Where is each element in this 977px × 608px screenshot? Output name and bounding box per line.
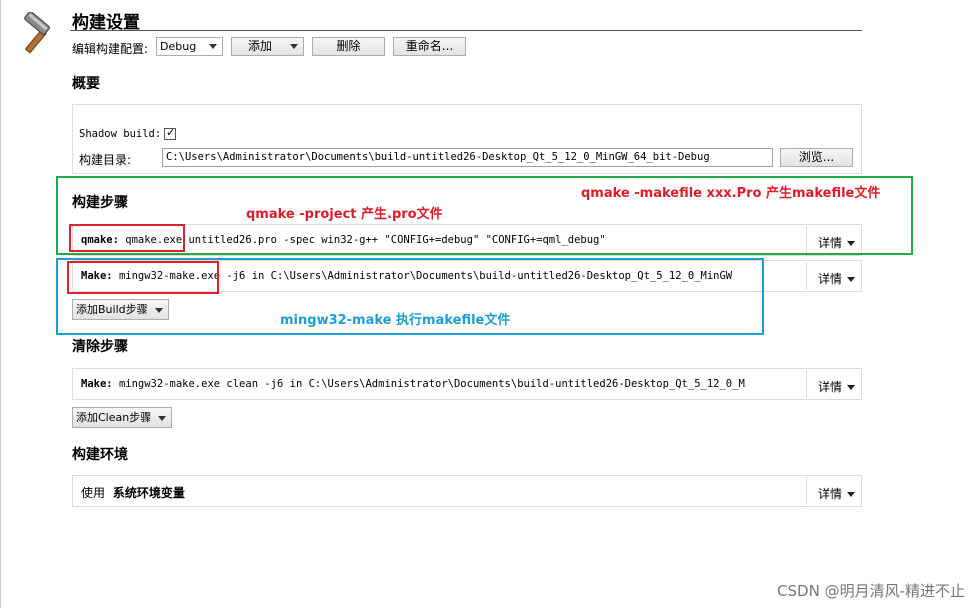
checkmark-icon: ✓ xyxy=(166,126,176,139)
delete-config-button[interactable]: 删除 xyxy=(312,37,385,56)
build-env-use-label: 使用 xyxy=(81,486,106,500)
make-details-button[interactable]: 详情 xyxy=(818,270,855,287)
build-env-name: 系统环境变量 xyxy=(112,486,185,500)
build-dir-input[interactable]: C:\Users\Administrator\Documents\build-u… xyxy=(162,148,773,167)
row-separator xyxy=(806,370,807,398)
env-details-button[interactable]: 详情 xyxy=(818,485,855,502)
shadow-build-checkbox[interactable]: ✓ xyxy=(164,126,176,140)
window-left-border xyxy=(0,0,1,608)
mingw-make-annotation: mingw32-make 执行makefile文件 xyxy=(280,313,511,328)
details-label: 详情 xyxy=(817,487,842,501)
details-label: 详情 xyxy=(817,272,842,286)
clean-make-step-summary: Make: mingw32-make.exe clean -j6 in C:\U… xyxy=(81,378,746,390)
title-divider xyxy=(70,30,862,31)
clean-make-step-row[interactable]: Make: mingw32-make.exe clean -j6 in C:\U… xyxy=(72,368,862,400)
make-highlight xyxy=(67,261,219,294)
build-config-select[interactable]: Debug xyxy=(156,37,223,56)
chevron-down-icon xyxy=(209,44,217,49)
build-dir-label: 构建目录: xyxy=(79,153,132,167)
add-clean-step-label: 添加Clean步骤 xyxy=(76,411,152,424)
build-env-summary: 使用 系统环境变量 xyxy=(81,484,185,501)
rename-config-button[interactable]: 重命名... xyxy=(393,37,466,56)
clean-details-button[interactable]: 详情 xyxy=(818,378,855,395)
row-separator xyxy=(806,262,807,290)
add-clean-step-button[interactable]: 添加Clean步骤 xyxy=(72,407,173,428)
build-env-heading: 构建环境 xyxy=(72,447,128,463)
clean-make-step-text: mingw32-make.exe clean -j6 in C:\Users\A… xyxy=(118,378,746,390)
add-config-label: 添加 xyxy=(248,39,273,53)
shadow-build-label: Shadow build: xyxy=(79,128,162,140)
chevron-down-icon xyxy=(847,385,855,390)
row-separator xyxy=(806,477,807,505)
hammer-icon xyxy=(16,11,58,54)
qmake-makefile-annotation: qmake -makefile xxx.Pro 产生makefile文件 xyxy=(581,186,881,201)
build-config-value: Debug xyxy=(160,40,197,53)
clean-steps-heading: 清除步骤 xyxy=(72,339,128,355)
chevron-down-icon xyxy=(158,416,167,421)
edit-config-label: 编辑构建配置: xyxy=(72,42,149,56)
qmake-highlight xyxy=(69,224,185,252)
build-env-row[interactable]: 使用 系统环境变量 详情 xyxy=(72,475,862,507)
qmake-project-annotation: qmake -project 产生.pro文件 xyxy=(246,207,443,222)
browse-button[interactable]: 浏览... xyxy=(780,148,853,167)
overview-heading: 概要 xyxy=(72,76,100,92)
chevron-down-icon xyxy=(847,492,855,497)
clean-make-step-prefix: Make: xyxy=(81,378,113,390)
chevron-down-icon xyxy=(847,277,855,282)
chevron-down-icon xyxy=(290,44,298,49)
add-config-button[interactable]: 添加 xyxy=(231,37,304,56)
details-label: 详情 xyxy=(817,380,842,394)
csdn-watermark: CSDN @明月清风-精进不止 xyxy=(777,582,965,600)
